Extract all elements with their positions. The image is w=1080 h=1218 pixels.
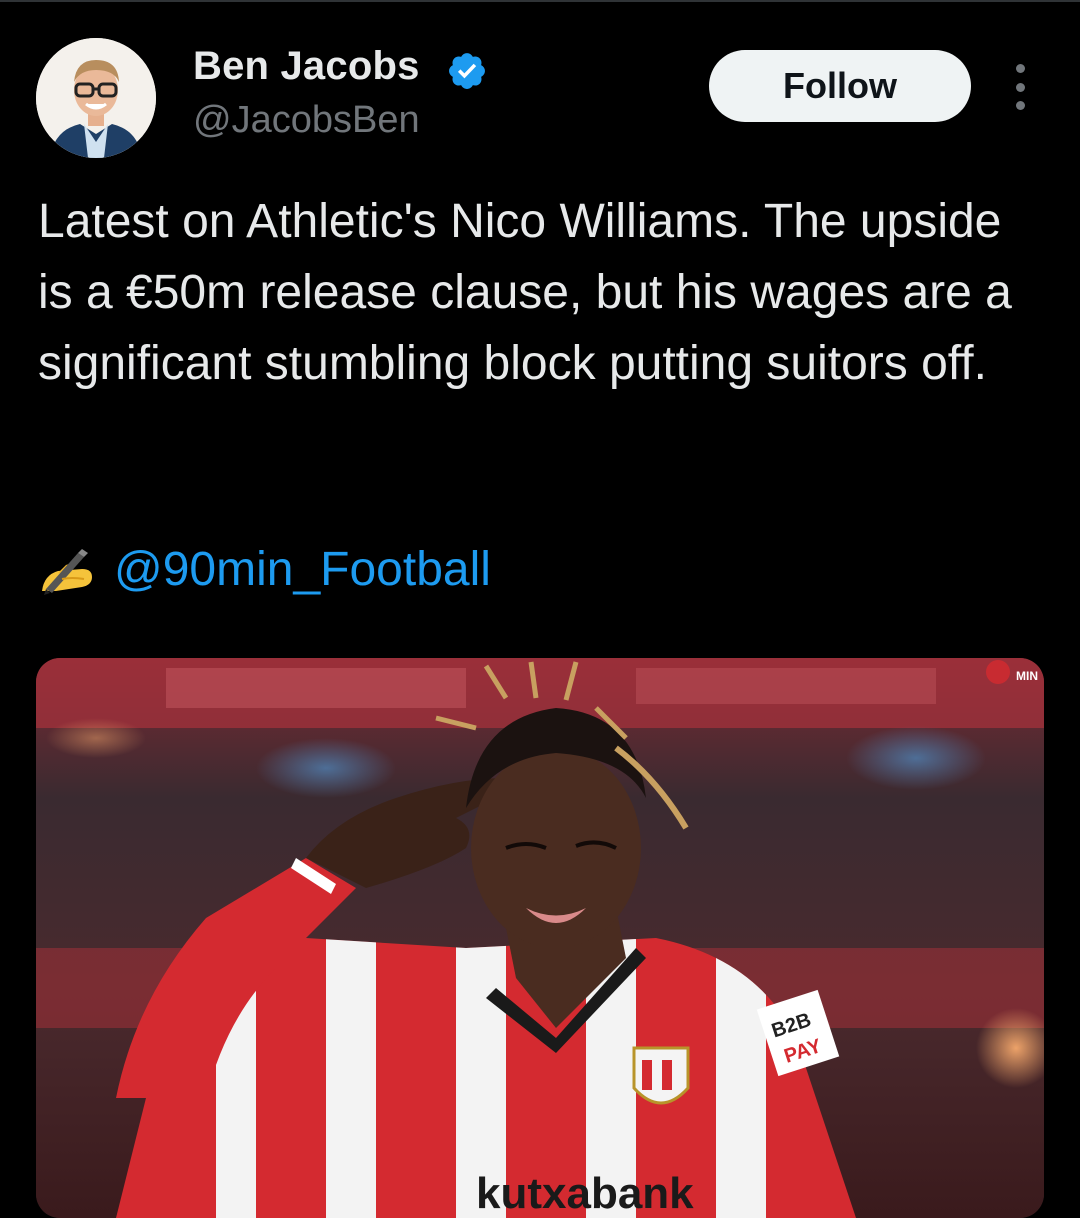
more-vertical-icon[interactable] <box>1003 64 1037 110</box>
author-name[interactable]: Ben Jacobs <box>193 44 420 89</box>
top-divider <box>0 0 1080 2</box>
watermark-text: MIN <box>1016 669 1038 683</box>
tweet-text: Latest on Athletic's Nico Williams. The … <box>38 195 1012 390</box>
verified-badge-icon <box>449 53 485 89</box>
writing-hand-icon <box>42 548 92 595</box>
mention-link[interactable]: @90min_Football <box>114 534 491 605</box>
more-dot <box>1015 64 1025 73</box>
chest-sponsor-text: kutxabank <box>476 1169 694 1218</box>
author-handle[interactable]: @JacobsBen <box>193 99 420 142</box>
tweet-image[interactable]: B2B PAY kutxabank MIN <box>36 658 1044 1218</box>
player-photo: B2B PAY kutxabank MIN <box>36 658 1044 1218</box>
more-dot <box>1015 82 1025 92</box>
profile-photo <box>36 38 156 158</box>
avatar[interactable] <box>36 38 156 158</box>
more-dot <box>1015 101 1025 110</box>
tweet-credit-line: @90min_Football <box>38 534 491 605</box>
follow-button[interactable]: Follow <box>709 50 971 122</box>
